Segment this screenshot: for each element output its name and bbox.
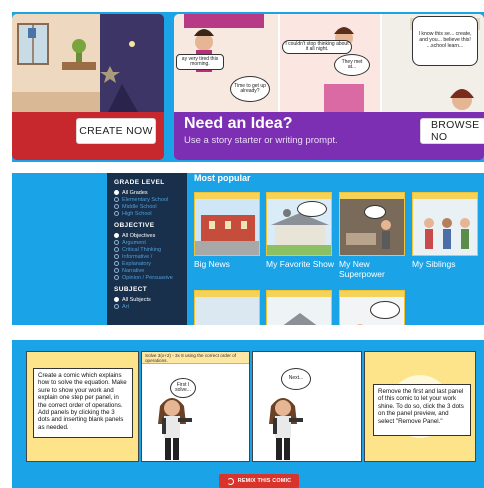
radio-icon[interactable] [114, 297, 119, 302]
speech-bubble: First I solve... [170, 378, 196, 398]
thumb-label[interactable]: My New Superpower [339, 259, 409, 279]
filter-option[interactable]: Explanatory [114, 260, 187, 267]
remix-comic-button[interactable]: REMIX THIS COMIC [219, 474, 299, 488]
teacher-character [269, 398, 303, 460]
filter-option[interactable]: Argument [114, 239, 187, 246]
storyboard-panel-2[interactable]: Solve 3(x+2) - 3x 8 using the correct or… [141, 351, 250, 462]
filter-heading: GRADE LEVEL [114, 179, 165, 186]
radio-icon[interactable] [114, 268, 119, 273]
filter-option-label: Elementary School [122, 196, 169, 203]
filter-option-label: High School [122, 210, 152, 217]
storyboard-section: Create a comic which explains how to sol… [12, 340, 484, 488]
filter-option-label: Middle School [122, 203, 157, 210]
instruction-note: Remove the first and last panel of this … [373, 384, 471, 436]
speech-bubble-4: I know this se... create, and you... bel… [412, 16, 478, 66]
radio-icon[interactable] [114, 254, 119, 259]
filter-option-label: Narrative [122, 267, 145, 274]
thumb-big-news[interactable] [194, 192, 260, 256]
panel-caption: Solve 3(x+2) - 3x 8 using the correct or… [142, 352, 249, 364]
speech-bubble-3: They met at... [334, 54, 370, 76]
siblings-image [413, 199, 477, 255]
radio-icon[interactable] [114, 261, 119, 266]
radio-icon[interactable] [114, 275, 119, 280]
thumb-row2-3[interactable] [339, 290, 405, 325]
radio-icon[interactable] [114, 197, 119, 202]
create-card-illustration [12, 14, 164, 112]
filter-sidebar: GRADE LEVEL All Grades Elementary School Mi… [107, 173, 187, 325]
refresh-icon [226, 477, 234, 485]
radio-icon[interactable] [114, 247, 119, 252]
filter-option[interactable]: Narrative [114, 267, 187, 274]
thumb-bubble [297, 201, 327, 217]
room-scene-image [12, 14, 164, 112]
filter-option[interactable]: All Grades [114, 189, 187, 196]
filter-option[interactable]: All Subjects [114, 296, 187, 303]
create-card[interactable]: CREATE NOW [12, 14, 164, 160]
thumb-label[interactable]: Big News [194, 259, 230, 269]
radio-icon[interactable] [114, 240, 119, 245]
idea-card-illustration: Time to get up already? I couldn't stop … [174, 14, 484, 112]
filter-option-label: All Grades [122, 189, 148, 196]
thumb-label[interactable]: My Favorite Show [266, 259, 334, 269]
filter-option[interactable]: Critical Thinking [114, 246, 187, 253]
thumb-row2-2[interactable] [266, 290, 332, 325]
thumb-bubble [364, 205, 386, 219]
bedroom-image [340, 199, 404, 255]
idea-subtitle: Use a story starter or writing prompt. [184, 135, 338, 146]
filter-option-label: Opinion / Persuasive [122, 274, 173, 281]
filter-option[interactable]: Art [114, 303, 187, 310]
section-title: Most popular [194, 173, 251, 183]
school-image [195, 199, 259, 255]
filter-option-label: All Objectives [122, 232, 156, 239]
filter-option[interactable]: Informative / [114, 253, 187, 260]
storyboard-panel-1[interactable]: Create a comic which explains how to sol… [26, 351, 139, 462]
speech-bubble-1: Time to get up already? [230, 76, 270, 102]
filter-option[interactable]: Middle School [114, 203, 187, 210]
browse-now-button[interactable]: BROWSE NO [420, 118, 484, 144]
filter-option-label: Critical Thinking [122, 246, 162, 253]
filter-option[interactable]: All Objectives [114, 232, 187, 239]
create-now-button[interactable]: CREATE NOW [76, 118, 156, 144]
thumb-bubble [370, 301, 400, 319]
radio-icon[interactable] [114, 233, 119, 238]
remix-label: REMIX THIS COMIC [237, 478, 292, 484]
browse-section: GRADE LEVEL All Grades Elementary School Mi… [12, 173, 484, 325]
filter-option-label: Explanatory [122, 260, 152, 267]
filter-option-label: Argument [122, 239, 146, 246]
filter-option-label: Informative / [122, 253, 153, 260]
instruction-note: Create a comic which explains how to sol… [33, 368, 133, 438]
speech-bubble: Next... [281, 368, 311, 390]
teacher-character [158, 398, 192, 460]
thumb-my-favorite-show[interactable] [266, 192, 332, 256]
filter-heading: SUBJECT [114, 286, 148, 293]
idea-card[interactable]: Time to get up already? I couldn't stop … [174, 14, 484, 160]
radio-icon[interactable] [114, 211, 119, 216]
idea-title: Need an Idea? [184, 115, 293, 132]
thumb-my-siblings[interactable] [412, 192, 478, 256]
radio-icon[interactable] [114, 190, 119, 195]
filter-option[interactable]: Opinion / Persuasive [114, 274, 187, 281]
hero-section: CREATE NOW Time to get up already? I cou… [12, 12, 484, 162]
storyboard-panel-3[interactable]: Next... [252, 351, 362, 462]
radio-icon[interactable] [114, 304, 119, 309]
filter-option-label: Art [122, 303, 130, 310]
filter-option[interactable]: High School [114, 210, 187, 217]
filter-heading: OBJECTIVE [114, 222, 155, 229]
speech-bubble-2: I couldn't stop thinking about it all ni… [282, 40, 352, 54]
thumb-my-new-superpower[interactable] [339, 192, 405, 256]
thumb-row2-1[interactable] [194, 290, 260, 325]
radio-icon[interactable] [114, 204, 119, 209]
filter-option-label: All Subjects [122, 296, 151, 303]
storyboard-panel-4[interactable]: Remove the first and last panel of this … [364, 351, 476, 462]
caption-bubble: ay very tired this morning. [176, 54, 224, 70]
filter-option[interactable]: Elementary School [114, 196, 187, 203]
thumb-label[interactable]: My Siblings [412, 259, 455, 269]
